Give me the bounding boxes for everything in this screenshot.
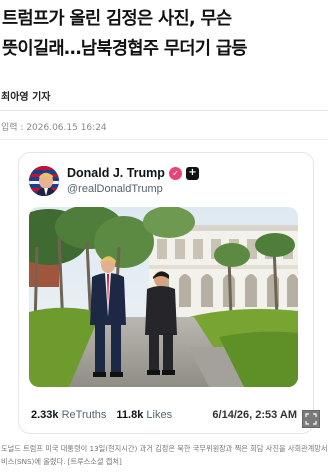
- caption-line-2: 비스(SNS)에 올렸다. [트루스소셜 캡처]: [1, 457, 122, 466]
- photo-illustration: [29, 207, 298, 387]
- likes-count[interactable]: 11.8k Likes: [116, 409, 172, 421]
- verified-badge-icon: ✓: [168, 166, 182, 180]
- divider: [0, 110, 328, 111]
- post-author-handle[interactable]: @realDonaldTrump: [67, 183, 163, 195]
- avatar-image: [29, 166, 59, 196]
- avatar[interactable]: [29, 166, 59, 196]
- post-stats: 2.33k ReTruths 11.8k Likes: [31, 409, 172, 421]
- post-photo[interactable]: [29, 207, 298, 387]
- post-author-row: Donald J. Trump ✓ +: [67, 166, 199, 180]
- headline-line-2: 뜻이길래…남북경협주 무더기 급등: [2, 39, 247, 59]
- divider: [0, 139, 328, 140]
- embedded-post-card[interactable]: Donald J. Trump ✓ + @realDonaldTrump 2.3…: [18, 152, 314, 434]
- publish-date: 입력 : 2026.06.15 16:24: [1, 123, 107, 133]
- article-headline: 트럼프가 올린 김정은 사진, 무슨 뜻이길래…남북경협주 무더기 급등: [0, 4, 328, 64]
- expand-icon[interactable]: [302, 410, 320, 428]
- truth-social-icon[interactable]: +: [185, 166, 199, 180]
- post-author-name[interactable]: Donald J. Trump: [67, 166, 165, 180]
- retruths-count[interactable]: 2.33k ReTruths: [31, 409, 106, 421]
- post-timestamp[interactable]: 6/14/26, 2:53 AM: [212, 409, 297, 421]
- caption-line-1: 도널드 트럼프 미국 대통령이 13일(현지시간) 과거 김정은 북한 국무위원…: [1, 444, 327, 453]
- author-byline[interactable]: 최아영 기자: [1, 88, 50, 103]
- photo-caption: 도널드 트럼프 미국 대통령이 13일(현지시간) 과거 김정은 북한 국무위원…: [1, 442, 327, 468]
- headline-line-1: 트럼프가 올린 김정은 사진, 무슨: [2, 9, 232, 29]
